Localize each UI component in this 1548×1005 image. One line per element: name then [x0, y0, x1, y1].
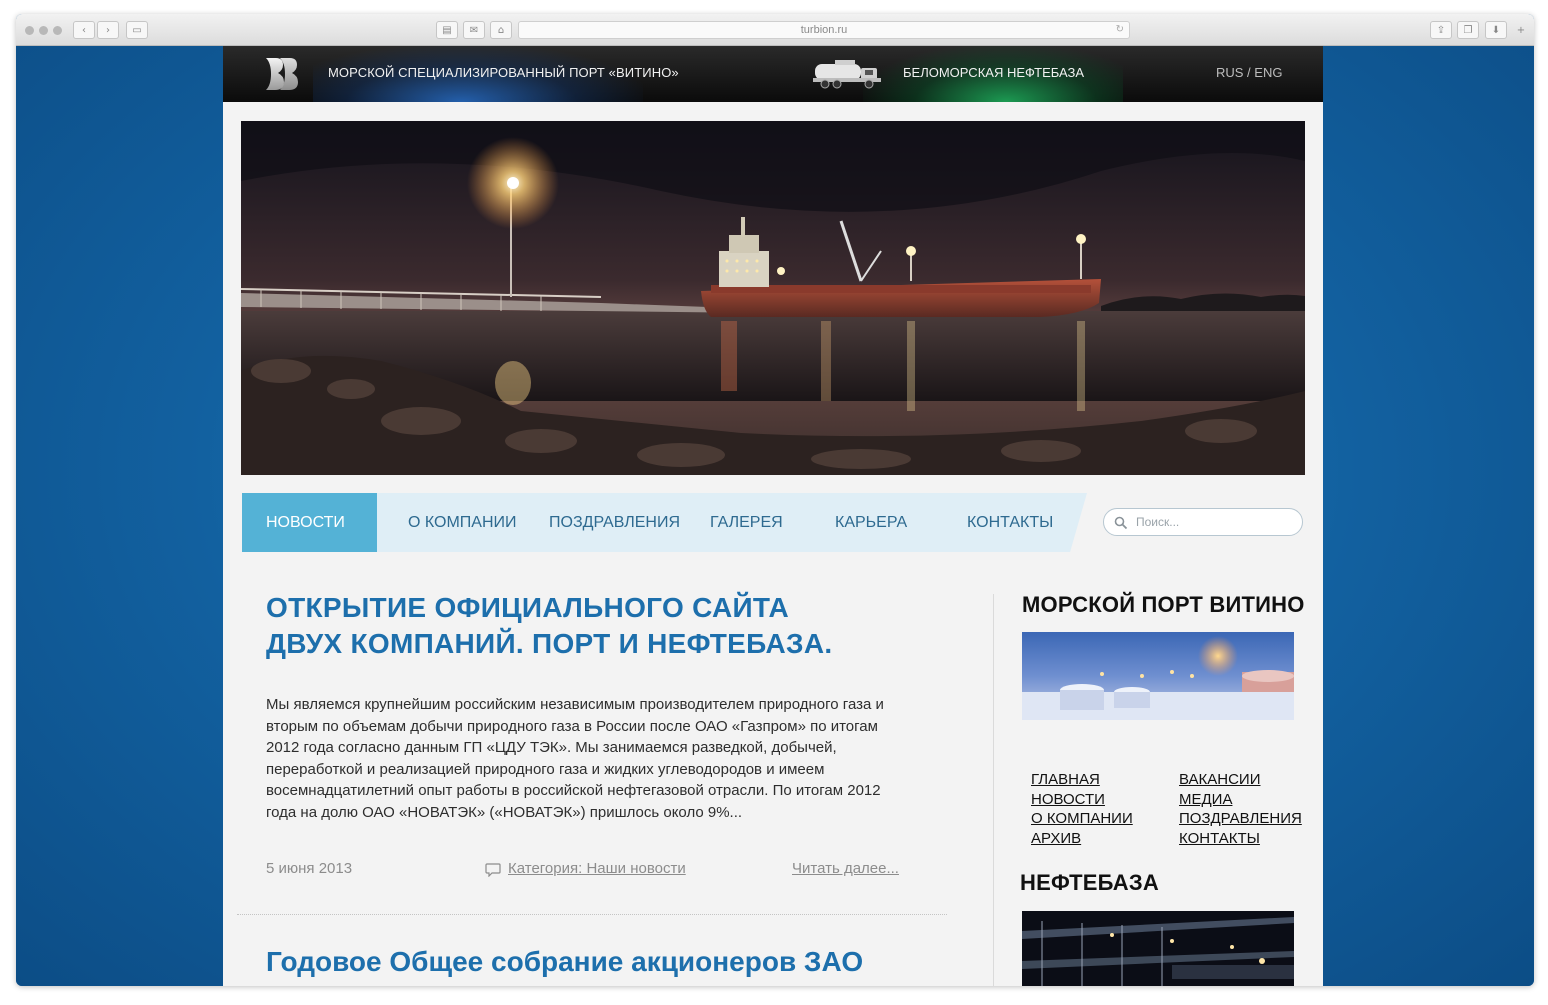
comment-icon: [485, 863, 501, 877]
search-icon: [1114, 516, 1128, 530]
nav-item-about[interactable]: О КОМПАНИИ: [408, 493, 517, 552]
nav-item-news[interactable]: НОВОСТИ: [242, 493, 377, 552]
site-page: МОРСКОЙ СПЕЦИАЛИЗИРОВАННЫЙ ПОРТ «ВИТИНО»…: [223, 46, 1323, 986]
sidebar-link-home[interactable]: ГЛАВНАЯ: [1031, 770, 1133, 790]
mail-button[interactable]: ✉: [463, 21, 485, 39]
sidebar-link-vacancies[interactable]: ВАКАНСИИ: [1179, 770, 1302, 790]
browser-window: ‹ › ▭ ▤ ✉ ⌂ turbion.ru ↻ ⇪ ❐ ⬇ + МОРСКОЙ…: [16, 14, 1534, 986]
site-header: МОРСКОЙ СПЕЦИАЛИЗИРОВАННЫЙ ПОРТ «ВИТИНО»…: [223, 46, 1323, 102]
new-tab-button[interactable]: +: [1512, 21, 1530, 39]
forward-button[interactable]: ›: [97, 21, 119, 39]
download-icon: ⬇: [1491, 24, 1501, 36]
article-category[interactable]: Категория: Наши новости: [508, 860, 686, 877]
read-more[interactable]: Читать далее...: [792, 860, 899, 877]
article-excerpt: Мы являемся крупнейшим российским незави…: [266, 696, 884, 821]
sidebar-link-about[interactable]: О КОМПАНИИ: [1031, 809, 1133, 829]
chevron-left-icon: ‹: [82, 24, 86, 36]
read-more-link[interactable]: Читать далее...: [792, 860, 899, 877]
address-bar[interactable]: turbion.ru ↻: [518, 21, 1130, 39]
port-night-photo: [241, 121, 1305, 475]
tanker-truck-icon: [813, 60, 881, 89]
reload-icon[interactable]: ↻: [1116, 22, 1124, 38]
nav-item-career[interactable]: КАРЬЕРА: [835, 493, 907, 552]
sidebar-links-right: ВАКАНСИИ МЕДИА ПОЗДРАВЛЕНИЯ КОНТАКТЫ: [1179, 770, 1302, 848]
sidebar-link-news[interactable]: НОВОСТИ: [1031, 790, 1133, 810]
search-input[interactable]: Поиск...: [1103, 508, 1303, 536]
url-text: turbion.ru: [800, 24, 848, 36]
sidebar-link-media[interactable]: МЕДИА: [1179, 790, 1302, 810]
sidebar-toggle-button[interactable]: ▭: [126, 21, 148, 39]
tabs-icon: ❐: [1463, 24, 1473, 36]
plus-icon: +: [1516, 24, 1526, 36]
oil-depot-thumbnail[interactable]: [1022, 911, 1294, 986]
printer-icon: ▤: [442, 24, 452, 36]
article-category-link[interactable]: Категория: Наши новости: [508, 860, 686, 877]
home-icon: ⌂: [497, 24, 505, 36]
window-controls[interactable]: [25, 26, 62, 35]
article-title[interactable]: Открытие официального сайта двух компани…: [266, 590, 866, 662]
sidebar-link-archive[interactable]: АРХИВ: [1031, 829, 1133, 849]
minimize-window-button[interactable]: [39, 26, 48, 35]
sidebar-oil-title: НЕФТЕБАЗА: [1020, 870, 1159, 895]
nav-item-contacts[interactable]: КОНТАКТЫ: [967, 493, 1053, 552]
print-button[interactable]: ▤: [436, 21, 458, 39]
article-divider: [237, 914, 947, 915]
tabs-button[interactable]: ❐: [1457, 21, 1479, 39]
sidebar-link-congratulations[interactable]: ПОЗДРАВЛЕНИЯ: [1179, 809, 1302, 829]
article-title-second[interactable]: Годовое Общее собрание акционеров ЗАО: [266, 946, 863, 978]
downloads-button[interactable]: ⬇: [1485, 21, 1507, 39]
envelope-icon: ✉: [469, 24, 479, 36]
page-viewport: МОРСКОЙ СПЕЦИАЛИЗИРОВАННЫЙ ПОРТ «ВИТИНО»…: [16, 46, 1534, 986]
home-button[interactable]: ⌂: [490, 21, 512, 39]
back-button[interactable]: ‹: [73, 21, 95, 39]
sidebar-icon: ▭: [132, 24, 142, 36]
close-window-button[interactable]: [25, 26, 34, 35]
browser-toolbar: ‹ › ▭ ▤ ✉ ⌂ turbion.ru ↻ ⇪ ❐ ⬇ +: [16, 14, 1534, 46]
article-date: 5 июня 2013: [266, 860, 353, 877]
company-logo[interactable]: [263, 55, 301, 93]
chevron-right-icon: ›: [106, 24, 110, 36]
sidebar-links-left: ГЛАВНАЯ НОВОСТИ О КОМПАНИИ АРХИВ: [1031, 770, 1133, 848]
hero-banner-image: [241, 121, 1305, 475]
nav-item-gallery[interactable]: ГАЛЕРЕЯ: [710, 493, 783, 552]
port-thumbnail[interactable]: [1022, 632, 1294, 720]
port-thumbnail-photo: [1022, 632, 1294, 720]
main-navigation: НОВОСТИ О КОМПАНИИ ПОЗДРАВЛЕНИЯ ГАЛЕРЕЯ …: [242, 493, 1087, 552]
nav-item-congratulations[interactable]: ПОЗДРАВЛЕНИЯ: [549, 493, 680, 552]
language-switcher[interactable]: RUS / ENG: [1216, 65, 1282, 80]
share-icon: ⇪: [1436, 24, 1446, 36]
port-site-link[interactable]: МОРСКОЙ СПЕЦИАЛИЗИРОВАННЫЙ ПОРТ «ВИТИНО»: [328, 65, 679, 80]
share-button[interactable]: ⇪: [1430, 21, 1452, 39]
sidebar-divider: [993, 594, 994, 986]
sidebar-port-title: МОРСКОЙ ПОРТ ВИТИНО: [1022, 592, 1305, 617]
oil-depot-link[interactable]: БЕЛОМОРСКАЯ НЕФТЕБАЗА: [903, 65, 1084, 80]
maximize-window-button[interactable]: [53, 26, 62, 35]
main-content: Открытие официального сайта двух компани…: [223, 552, 1323, 986]
oil-depot-thumbnail-photo: [1022, 911, 1294, 986]
search-placeholder: Поиск...: [1136, 515, 1180, 529]
sidebar-link-contacts[interactable]: КОНТАКТЫ: [1179, 829, 1302, 849]
